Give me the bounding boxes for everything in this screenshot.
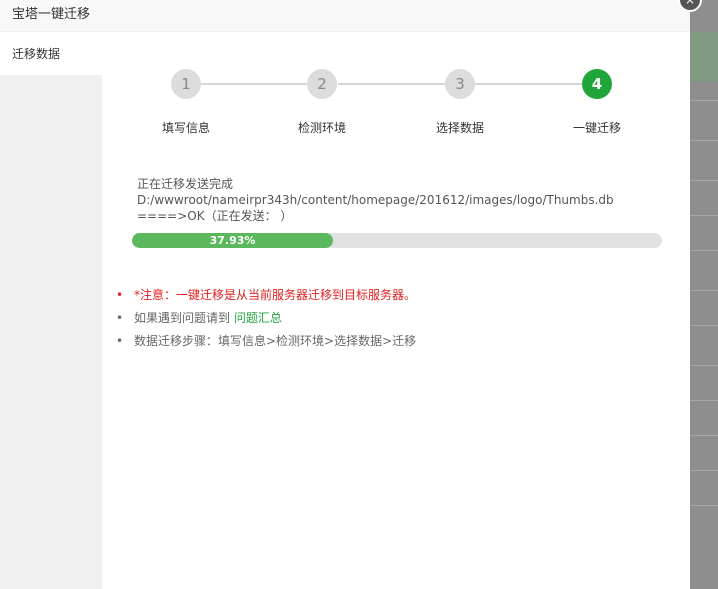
step-2-circle: 2 xyxy=(307,69,337,99)
warning-note: • *注意：一键迁移是从当前服务器迁移到目标服务器。 xyxy=(116,287,676,310)
help-text: 如果遇到问题请到 xyxy=(134,311,234,325)
step-connector xyxy=(201,83,307,85)
warning-text: *注意：一键迁移是从当前服务器迁移到目标服务器。 xyxy=(134,288,417,302)
dialog-content: 1 2 3 4 填写信息 检测环境 选择数据 一键迁移 正在迁移发送完成 D:/… xyxy=(102,33,690,589)
sidebar-item-migrate-data[interactable]: 迁移数据 xyxy=(0,33,102,75)
steps-note: • 数据迁移步骤：填写信息>检测环境>选择数据>迁移 xyxy=(116,333,676,356)
bullet-icon: • xyxy=(116,311,124,325)
background-divider xyxy=(690,250,718,251)
dialog-sidebar: 迁移数据 xyxy=(0,33,102,589)
step-connector xyxy=(338,83,445,85)
background-divider xyxy=(690,435,718,436)
background-highlight xyxy=(690,32,718,82)
step-4-label: 一键迁移 xyxy=(572,121,621,135)
dialog-title: 宝塔一键迁移 xyxy=(0,0,690,32)
steps-text: 数据迁移步骤：填写信息>检测环境>选择数据>迁移 xyxy=(134,334,417,348)
bullet-icon: • xyxy=(116,334,124,348)
step-connector xyxy=(475,83,582,85)
status-file-path: D:/wwwroot/nameirpr343h/content/homepage… xyxy=(137,193,614,207)
status-result: ====>OK（正在发送： ） xyxy=(137,209,293,223)
step-1-label: 填写信息 xyxy=(161,121,210,135)
background-divider xyxy=(690,290,718,291)
background-divider xyxy=(690,140,718,141)
background-divider xyxy=(690,505,718,506)
migration-status: 正在迁移发送完成 D:/wwwroot/nameirpr343h/content… xyxy=(137,176,657,224)
step-3-circle: 3 xyxy=(445,69,475,99)
background-divider xyxy=(690,100,718,101)
background-page xyxy=(690,0,718,589)
background-divider xyxy=(690,365,718,366)
step-4-circle: 4 xyxy=(582,69,612,99)
migration-dialog: 宝塔一键迁移 迁移数据 1 2 3 4 填写信息 检测环境 选择数据 一键迁移 … xyxy=(0,0,690,589)
step-2-label: 检测环境 xyxy=(297,121,346,135)
background-divider xyxy=(690,215,718,216)
status-line: 正在迁移发送完成 xyxy=(137,177,234,191)
faq-link[interactable]: 问题汇总 xyxy=(234,311,282,325)
bullet-icon: • xyxy=(116,288,124,302)
background-divider xyxy=(690,400,718,401)
progress-fill: 37.93% xyxy=(132,233,334,248)
notes-list: • *注意：一键迁移是从当前服务器迁移到目标服务器。 • 如果遇到问题请到 问题… xyxy=(116,287,676,356)
background-divider xyxy=(690,325,718,326)
background-divider xyxy=(690,180,718,181)
help-note: • 如果遇到问题请到 问题汇总 xyxy=(116,310,676,333)
background-divider xyxy=(690,470,718,471)
migration-progress-bar: 37.93% xyxy=(132,233,662,248)
step-3-label: 选择数据 xyxy=(435,121,484,135)
step-1-circle: 1 xyxy=(171,69,201,99)
